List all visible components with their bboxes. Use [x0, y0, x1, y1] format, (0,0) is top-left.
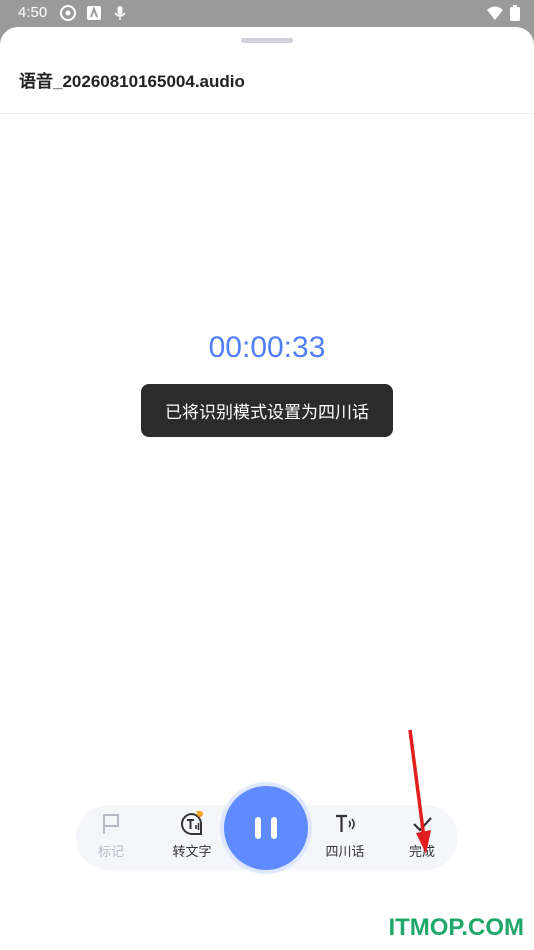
dialect-button[interactable]: 四川话: [315, 811, 375, 867]
mark-label: 标记: [97, 845, 124, 860]
microphone-icon: [112, 5, 128, 21]
header-divider: [0, 113, 534, 114]
app-a-icon: [86, 5, 102, 21]
transcribe-button[interactable]: 转文字: [162, 811, 222, 867]
watermark: ITMOP.COM: [388, 914, 524, 941]
speech-to-text-icon: [181, 811, 203, 835]
aperture-icon: [60, 5, 76, 21]
flag-icon: [103, 814, 119, 834]
pause-icon: [255, 817, 261, 839]
red-arrow-annotation: [408, 729, 431, 854]
status-time: 4:50: [18, 4, 48, 21]
dialect-label: 四川话: [325, 845, 365, 860]
battery-icon: [510, 5, 520, 25]
transcribe-label: 转文字: [172, 845, 212, 860]
drag-handle[interactable]: [241, 38, 293, 43]
pause-button[interactable]: [224, 786, 308, 870]
recording-timer: 00:00:33: [208, 331, 326, 364]
dialect-text-icon: [336, 814, 355, 832]
file-name-title: 语音_20260810165004.audio: [19, 72, 245, 91]
status-bar: 4:50: [0, 0, 534, 27]
notification-icons: [60, 5, 128, 21]
mark-button[interactable]: 标记: [81, 811, 141, 867]
toast-message: 已将识别模式设置为四川话: [141, 384, 393, 437]
wifi-icon: [486, 5, 504, 25]
system-status-icons: [486, 5, 520, 25]
